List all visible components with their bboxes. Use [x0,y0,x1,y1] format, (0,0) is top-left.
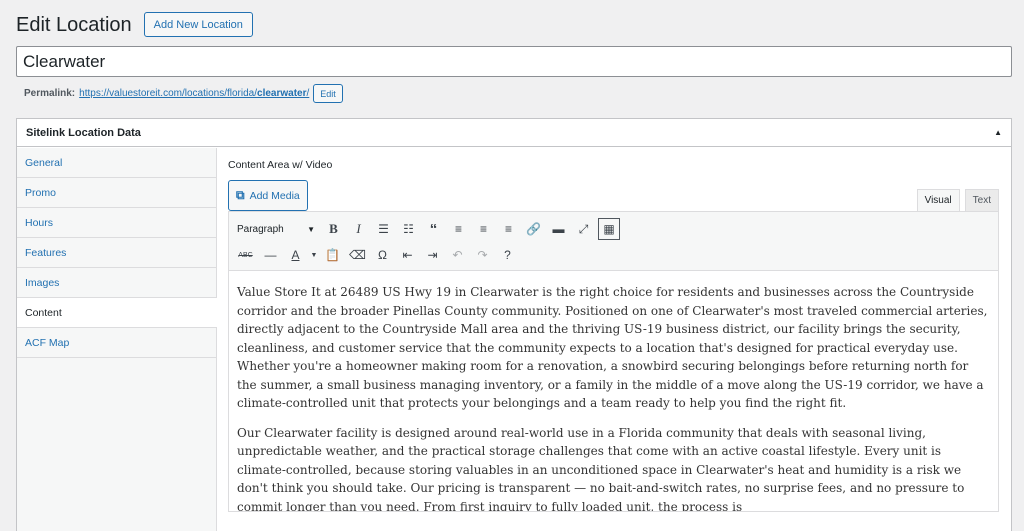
sitelink-metabox: Sitelink Location Data ▲ General Promo H… [16,118,1012,531]
metabox-header[interactable]: Sitelink Location Data ▲ [17,119,1011,147]
chevron-down-icon: ▼ [307,224,315,234]
add-new-location-button[interactable]: Add New Location [143,12,253,37]
field-label: Content Area w/ Video [228,159,333,171]
toolbar-row-2: ABC — A ▼ 📋 ⌫ Ω ⇤ ⇥ ↶ ↷ ? [233,242,994,268]
editor-toolbar: Paragraph ▼ B I ☰ ☷ “ ≡ ≡ ≡ 🔗 ▬ ⤢ ▦ ABC … [229,212,998,271]
italic-icon[interactable]: I [346,217,371,241]
permalink-row: Permalink: https://valuestoreit.com/loca… [24,84,343,103]
tab-general[interactable]: General [17,148,216,178]
tab-features[interactable]: Features [17,238,216,268]
format-select[interactable]: Paragraph ▼ [233,218,319,240]
editor-content[interactable]: Value Store It at 26489 US Hwy 19 in Cle… [229,271,998,511]
undo-icon[interactable]: ↶ [445,243,470,267]
permalink-url-base: https://valuestoreit.com/locations/flori… [79,88,258,99]
page-header: Edit Location Add New Location [16,12,253,37]
read-more-icon[interactable]: ▬ [546,217,571,241]
text-tab[interactable]: Text [964,189,999,211]
add-media-button[interactable]: ⧉ Add Media [228,180,308,211]
tab-hours[interactable]: Hours [17,208,216,238]
editor-top-bar: ⧉ Add Media Visual Text [228,179,999,211]
format-select-value: Paragraph [237,223,284,235]
permalink-label: Permalink: [24,88,76,99]
align-center-icon[interactable]: ≡ [471,217,496,241]
blockquote-icon[interactable]: “ [421,217,446,241]
redo-icon[interactable]: ↷ [470,243,495,267]
add-media-label: Add Media [249,189,300,202]
bold-icon[interactable]: B [321,217,346,241]
editor-mode-tabs: Visual Text [912,189,999,211]
horizontal-line-icon[interactable]: — [258,243,283,267]
metabox-title: Sitelink Location Data [26,126,141,139]
edit-slug-button[interactable]: Edit [313,84,343,103]
special-character-icon[interactable]: Ω [370,243,395,267]
visual-tab[interactable]: Visual [916,189,960,211]
toolbar-toggle-icon[interactable]: ▦ [598,218,620,240]
metabox-tabs: General Promo Hours Features Images Cont… [17,148,217,531]
bullet-list-icon[interactable]: ☰ [371,217,396,241]
align-right-icon[interactable]: ≡ [496,217,521,241]
content-field: Content Area w/ Video ⧉ Add Media Visual… [228,159,999,512]
tab-acf-map[interactable]: ACF Map [17,328,216,358]
align-left-icon[interactable]: ≡ [446,217,471,241]
wysiwyg-editor: Paragraph ▼ B I ☰ ☷ “ ≡ ≡ ≡ 🔗 ▬ ⤢ ▦ ABC … [228,211,999,512]
fullscreen-icon[interactable]: ⤢ [571,217,596,241]
tab-promo[interactable]: Promo [17,178,216,208]
paste-text-icon[interactable]: 📋 [320,243,345,267]
toolbar-row-1: Paragraph ▼ B I ☰ ☷ “ ≡ ≡ ≡ 🔗 ▬ ⤢ ▦ [233,216,994,242]
permalink-slug: clearwater [257,88,307,99]
content-paragraph-1: Value Store It at 26489 US Hwy 19 in Cle… [237,285,988,410]
media-icon: ⧉ [236,188,245,202]
help-icon[interactable]: ? [495,243,520,267]
clear-formatting-icon[interactable]: ⌫ [345,243,370,267]
strikethrough-icon[interactable]: ABC [233,243,258,267]
tab-images[interactable]: Images [17,268,216,298]
outdent-icon[interactable]: ⇤ [395,243,420,267]
content-paragraph-2: Our Clearwater facility is designed arou… [237,425,965,512]
text-color-icon[interactable]: A [283,243,308,267]
collapse-arrow-icon[interactable]: ▲ [994,128,1002,137]
page-title: Edit Location [16,13,132,36]
tab-content[interactable]: Content [17,298,217,328]
permalink-url-end: / [306,88,310,99]
numbered-list-icon[interactable]: ☷ [396,217,421,241]
post-title-input[interactable]: Clearwater [16,46,1012,77]
indent-icon[interactable]: ⇥ [420,243,445,267]
permalink-link[interactable]: https://valuestoreit.com/locations/flori… [79,88,309,99]
text-color-dropdown-icon[interactable]: ▼ [308,243,320,267]
link-icon[interactable]: 🔗 [521,217,546,241]
